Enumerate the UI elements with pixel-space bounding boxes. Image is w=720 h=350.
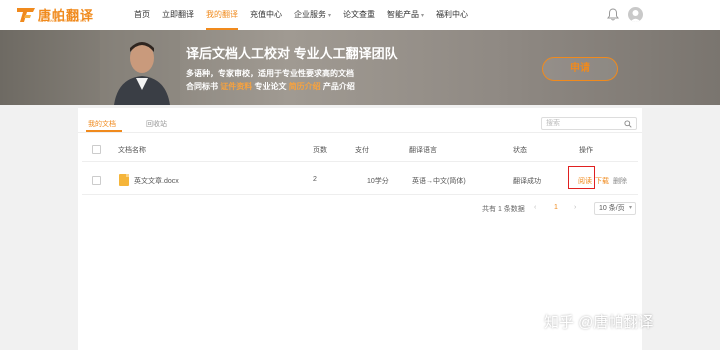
- table-header: 文档名称 页数 支付 翻译语言 状态 操作: [82, 136, 638, 162]
- select-all-checkbox[interactable]: [92, 145, 101, 154]
- chevron-down-icon: ▾: [328, 13, 332, 19]
- nav-item-translate-now[interactable]: 立即翻译: [162, 0, 194, 30]
- header-payment: 支付: [355, 147, 369, 154]
- next-page-button[interactable]: ›: [574, 204, 576, 211]
- banner-description: 多语种，专家审校，适用于专业性要求高的文档: [186, 69, 354, 78]
- prev-page-button[interactable]: ‹: [534, 204, 536, 211]
- chevron-down-icon: ▾: [628, 205, 632, 211]
- nav-item-smart-products[interactable]: 智能产品 ▾: [387, 0, 424, 30]
- bell-icon[interactable]: [607, 8, 619, 21]
- logo-mark-icon: [17, 8, 35, 22]
- nav-label: 论文查重: [343, 10, 376, 19]
- current-page[interactable]: 1: [554, 204, 558, 211]
- top-navbar: 唐帕翻译 TANPA WORD TRANSLATION 首页 立即翻译 我的翻译…: [0, 0, 720, 30]
- header-language: 翻译语言: [409, 147, 437, 154]
- delete-link[interactable]: 删除: [613, 176, 627, 186]
- header-pages: 页数: [313, 147, 327, 154]
- row-checkbox[interactable]: [92, 176, 101, 185]
- nav-label: 充值中心: [250, 10, 282, 19]
- banner-tag: 产品介绍: [320, 82, 355, 91]
- search-icon[interactable]: [624, 120, 632, 128]
- banner-tag: 合同标书: [186, 82, 221, 91]
- brand-subtitle: TANPA WORD TRANSLATION: [38, 19, 87, 23]
- tab-my-documents[interactable]: 我的文档: [88, 119, 116, 129]
- search-box: [541, 117, 637, 130]
- banner-tag-highlight: 简历介绍: [288, 82, 321, 91]
- download-link[interactable]: 下载: [595, 176, 609, 186]
- main-nav: 首页 立即翻译 我的翻译 充值中心 企业服务 ▾ 论文查重 智能产品 ▾ 福利中心: [134, 0, 480, 30]
- search-input[interactable]: [542, 118, 616, 129]
- nav-item-home[interactable]: 首页: [134, 0, 150, 30]
- nav-item-my-translations[interactable]: 我的翻译: [206, 0, 238, 30]
- document-pages: 2: [313, 176, 317, 183]
- banner-tags: 合同标书 证件资料 专业论文 简历介绍 产品介绍: [186, 81, 355, 92]
- header-document-name: 文档名称: [118, 147, 146, 154]
- table-row: 英文文章.docx 2 10学分 英语→中文(简体) 翻译成功 阅读 下载 删除: [82, 166, 638, 195]
- tabs-divider: [78, 132, 642, 133]
- document-language: 英语→中文(简体): [412, 178, 466, 185]
- nav-label: 我的翻译: [206, 10, 238, 19]
- banner-tag: 专业论文: [252, 82, 289, 91]
- read-link-highlight: [568, 166, 595, 189]
- nav-item-benefits[interactable]: 福利中心: [436, 0, 468, 30]
- watermark: 知乎 @唐帕翻译: [544, 314, 654, 331]
- word-document-icon: [119, 174, 129, 186]
- document-payment: 10学分: [367, 178, 389, 185]
- chevron-down-icon: ▾: [421, 13, 425, 19]
- document-name[interactable]: 英文文章.docx: [134, 176, 179, 186]
- nav-label: 企业服务: [294, 10, 326, 19]
- tab-recycle-bin[interactable]: 回收站: [146, 119, 167, 129]
- promo-banner: 译后文档人工校对 专业人工翻译团队 多语种，专家审校，适用于专业性要求高的文档 …: [0, 30, 720, 105]
- banner-title: 译后文档人工校对 专业人工翻译团队: [186, 46, 398, 61]
- avatar-icon[interactable]: [628, 7, 643, 22]
- banner-tag-highlight: 证件资料: [220, 82, 253, 91]
- document-status: 翻译成功: [513, 178, 541, 185]
- pagination-summary: 共有 1 条数据: [482, 206, 525, 213]
- nav-item-plagiarism-check[interactable]: 论文查重: [343, 0, 375, 30]
- header-status: 状态: [513, 147, 527, 154]
- translator-portrait-image: [100, 30, 180, 105]
- nav-item-enterprise[interactable]: 企业服务 ▾: [294, 0, 331, 30]
- nav-label: 智能产品: [387, 10, 420, 19]
- header-actions: 操作: [579, 147, 593, 154]
- nav-label: 立即翻译: [162, 10, 194, 19]
- page-size-value: 10 条/页: [599, 205, 625, 212]
- nav-label: 首页: [134, 10, 150, 19]
- page-size-select[interactable]: 10 条/页 ▾: [594, 202, 636, 215]
- user-silhouette-icon: [630, 10, 641, 22]
- apply-button[interactable]: 申请: [542, 57, 618, 81]
- nav-item-recharge[interactable]: 充值中心: [250, 0, 282, 30]
- nav-label: 福利中心: [436, 10, 469, 19]
